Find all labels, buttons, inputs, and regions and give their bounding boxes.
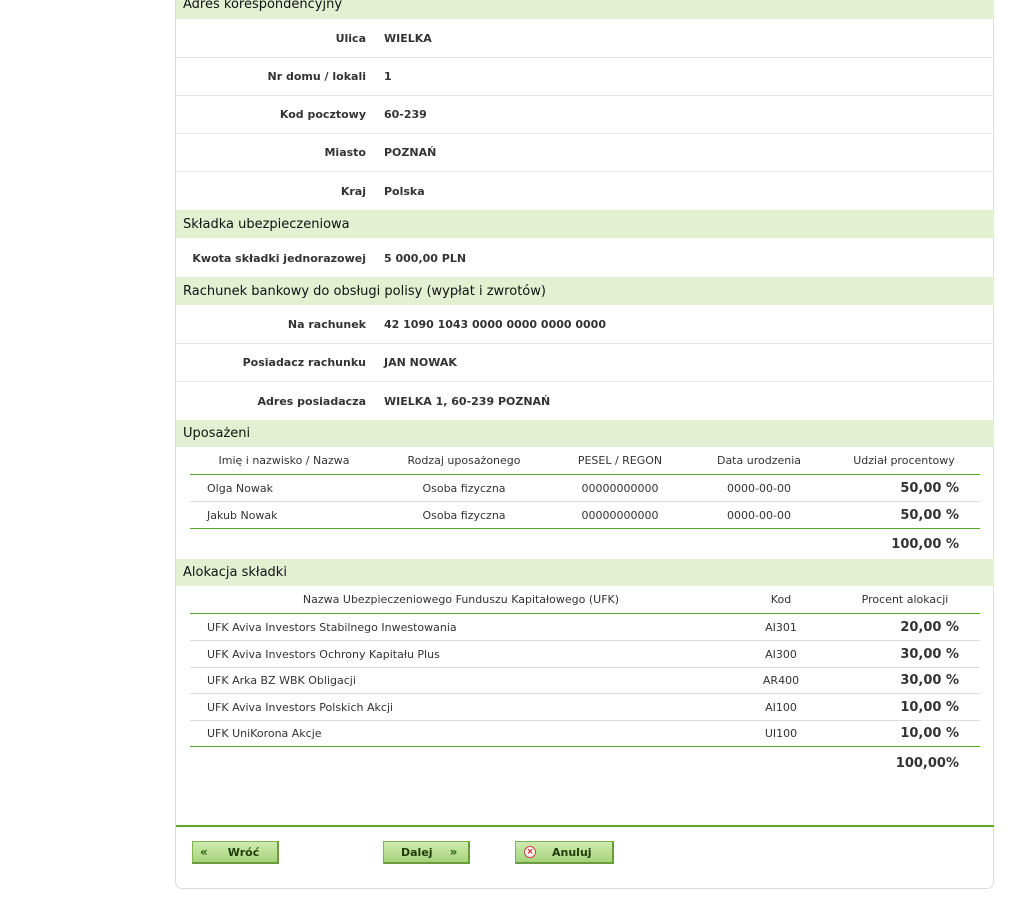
- field-label: Kraj: [340, 184, 366, 198]
- fund-name: UFK Aviva Investors Polskich Akcji: [207, 700, 394, 714]
- table-row: UFK Aviva Investors Stabilnego Inwestowa…: [190, 614, 980, 641]
- footer-divider: [176, 825, 994, 827]
- beneficiary-name: Jakub Nowak: [207, 508, 278, 522]
- beneficiary-pesel: 00000000000: [581, 481, 659, 495]
- fund-code: AI300: [765, 647, 797, 661]
- field-row-account-holder: Posiadacz rachunku JAN NOWAK: [176, 344, 994, 382]
- field-row-street: Ulica WIELKA: [176, 20, 994, 58]
- field-label: Ulica: [335, 32, 366, 45]
- total-value: 100,00 %: [891, 536, 959, 552]
- fund-allocation: 10,00 %: [900, 699, 959, 715]
- field-label: Nr domu / lokali: [267, 70, 366, 83]
- field-value: 42 1090 1043 0000 0000 0000 0000: [384, 318, 606, 331]
- field-label: Kwota składki jednorazowej: [192, 251, 366, 265]
- section-header-address: Adres korespondencyjny: [176, 0, 994, 19]
- section-title: Rachunek bankowy do obsługi polisy (wypł…: [183, 283, 546, 299]
- column-header: Kod: [770, 593, 792, 606]
- field-label: Kod pocztowy: [279, 108, 366, 121]
- field-value: WIELKA 1, 60-239 POZNAŃ: [384, 394, 551, 408]
- section-title: Adres korespondencyjny: [183, 0, 343, 12]
- fund-name: UFK Aviva Investors Stabilnego Inwestowa…: [207, 620, 457, 634]
- fund-code: AI100: [765, 700, 797, 714]
- back-button-label: Wróć: [227, 845, 260, 859]
- field-row-holder-address: Adres posiadacza WIELKA 1, 60-239 POZNAŃ: [176, 382, 994, 420]
- double-chevron-right-icon: »: [449, 845, 458, 859]
- field-row-city: Miasto POZNAŃ: [176, 134, 994, 172]
- next-button-label: Dalej: [401, 845, 433, 859]
- field-value: Polska: [384, 184, 425, 198]
- section-title: Składka ubezpieczeniowa: [183, 216, 350, 232]
- field-label: Posiadacz rachunku: [242, 356, 366, 369]
- column-header: Procent alokacji: [861, 593, 949, 606]
- fund-code: AR400: [762, 673, 800, 687]
- section-title: Alokacja składki: [183, 565, 287, 580]
- column-header: Nazwa Ubezpieczeniowego Funduszu Kapitał…: [302, 593, 620, 606]
- field-row-account-number: Na rachunek 42 1090 1043 0000 0000 0000 …: [176, 306, 994, 344]
- beneficiary-share: 50,00 %: [900, 507, 959, 523]
- section-header-premium: Składka ubezpieczeniowa: [176, 210, 994, 238]
- beneficiaries-total: 100,00 %: [190, 529, 980, 559]
- fund-allocation: 30,00 %: [900, 672, 959, 688]
- fund-name: UFK UniKorona Akcje: [207, 726, 322, 740]
- fund-name: UFK Arka BZ WBK Obligacji: [207, 673, 356, 687]
- next-button[interactable]: Dalej »: [383, 841, 470, 864]
- field-value: JAN NOWAK: [384, 356, 457, 369]
- beneficiary-type: Osoba fizyczna: [422, 508, 506, 522]
- fund-allocation: 20,00 %: [900, 619, 959, 635]
- field-value: POZNAŃ: [384, 146, 437, 159]
- field-value: 1: [384, 70, 392, 83]
- beneficiary-birthdate: 0000-00-00: [727, 481, 791, 495]
- column-header: PESEL / REGON: [577, 454, 663, 467]
- column-header: Udział procentowy: [853, 454, 955, 467]
- beneficiary-pesel: 00000000000: [581, 508, 659, 522]
- back-button[interactable]: « Wróć: [192, 841, 279, 864]
- cancel-button[interactable]: × Anuluj: [515, 841, 614, 864]
- beneficiary-name: Olga Nowak: [207, 481, 273, 495]
- column-header: Rodzaj uposażonego: [407, 454, 521, 467]
- fund-name: UFK Aviva Investors Ochrony Kapitału Plu…: [207, 647, 440, 661]
- fund-code: AI301: [765, 620, 797, 634]
- table-row: Jakub Nowak Osoba fizyczna 00000000000 0…: [190, 502, 980, 529]
- field-row-house-number: Nr domu / lokali 1: [176, 58, 994, 96]
- section-title: Uposażeni: [183, 426, 251, 441]
- double-chevron-left-icon: «: [200, 845, 208, 859]
- field-label: Miasto: [324, 146, 366, 159]
- total-value: 100,00%: [895, 755, 959, 771]
- beneficiary-type: Osoba fizyczna: [422, 481, 506, 495]
- table-row: UFK UniKorona Akcje UI100 10,00 %: [190, 720, 980, 747]
- column-header: Data urodzenia: [716, 454, 802, 467]
- field-label: Na rachunek: [287, 318, 366, 331]
- table-row: UFK Aviva Investors Ochrony Kapitału Plu…: [190, 641, 980, 668]
- field-row-premium-amount: Kwota składki jednorazowej 5 000,00 PLN: [176, 239, 994, 277]
- column-header: Imię i nazwisko / Nazwa: [218, 454, 350, 467]
- section-header-bank-account: Rachunek bankowy do obsługi polisy (wypł…: [176, 277, 994, 305]
- section-header-allocation: Alokacja składki: [176, 559, 994, 586]
- beneficiary-share: 50,00 %: [900, 480, 959, 496]
- field-value: 60-239: [384, 108, 427, 121]
- fund-allocation: 10,00 %: [900, 725, 959, 741]
- cancel-button-label: Anuluj: [552, 845, 592, 859]
- fund-code: UI100: [764, 726, 798, 740]
- fund-allocation: 30,00 %: [900, 646, 959, 662]
- field-label: Adres posiadacza: [257, 394, 366, 408]
- table-row: UFK Aviva Investors Polskich Akcji AI100…: [190, 694, 980, 721]
- cancel-circle-icon: ×: [524, 846, 536, 858]
- beneficiary-birthdate: 0000-00-00: [727, 508, 791, 522]
- field-row-country: Kraj Polska: [176, 172, 994, 210]
- allocation-table-header: Nazwa Ubezpieczeniowego Funduszu Kapitał…: [190, 586, 980, 614]
- allocation-total: 100,00%: [190, 748, 980, 778]
- section-header-beneficiaries: Uposażeni: [176, 420, 994, 447]
- table-row: Olga Nowak Osoba fizyczna 00000000000 00…: [190, 475, 980, 502]
- field-row-postal-code: Kod pocztowy 60-239: [176, 96, 994, 134]
- field-value: WIELKA: [384, 32, 432, 45]
- beneficiaries-table-header: Imię i nazwisko / Nazwa Rodzaj uposażone…: [190, 447, 980, 475]
- table-row: UFK Arka BZ WBK Obligacji AR400 30,00 %: [190, 667, 980, 694]
- field-value: 5 000,00 PLN: [384, 251, 467, 265]
